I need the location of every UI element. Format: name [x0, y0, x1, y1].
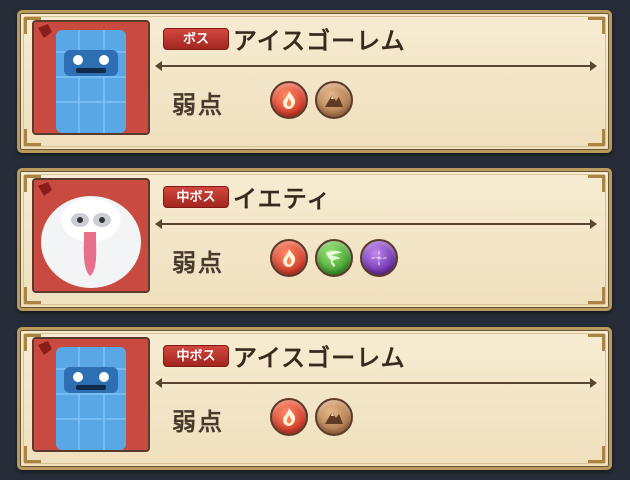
corner-ornament: [588, 17, 605, 34]
weakness-icons: [270, 81, 353, 119]
weakness-icons: [270, 398, 353, 436]
yeti-portrait: [32, 178, 150, 293]
corner-ornament: [588, 334, 605, 351]
fire-element-icon: [270, 239, 308, 277]
corner-ornament: [588, 446, 605, 463]
wind-element-icon: [315, 239, 353, 277]
earth-element-icon: [315, 81, 353, 119]
corner-ornament: [588, 175, 605, 192]
weakness-label: 弱点: [172, 408, 224, 436]
divider: [155, 378, 597, 388]
rank-badge: 中ボス: [163, 345, 229, 367]
dark-element-icon: [360, 239, 398, 277]
enemy-name: アイスゴーレム: [233, 27, 406, 55]
enemy-card-3[interactable]: 中ボス アイスゴーレム 弱点: [17, 327, 612, 470]
enemy-card-1[interactable]: ボス アイスゴーレム 弱点: [17, 10, 612, 153]
divider: [155, 61, 597, 71]
rank-badge: ボス: [163, 28, 229, 50]
ice-golem-portrait: [32, 20, 150, 135]
fire-element-icon: [270, 81, 308, 119]
enemy-name: イエティ: [233, 185, 332, 213]
enemy-name: アイスゴーレム: [233, 344, 406, 372]
weakness-label: 弱点: [172, 249, 224, 277]
weakness-label: 弱点: [172, 91, 224, 119]
earth-element-icon: [315, 398, 353, 436]
corner-ornament: [588, 129, 605, 146]
corner-ornament: [588, 287, 605, 304]
weakness-icons: [270, 239, 398, 277]
rank-badge: 中ボス: [163, 186, 229, 208]
divider: [155, 219, 597, 229]
fire-element-icon: [270, 398, 308, 436]
enemy-card-2[interactable]: 中ボス イエティ 弱点: [17, 168, 612, 311]
ice-golem-portrait: [32, 337, 150, 452]
